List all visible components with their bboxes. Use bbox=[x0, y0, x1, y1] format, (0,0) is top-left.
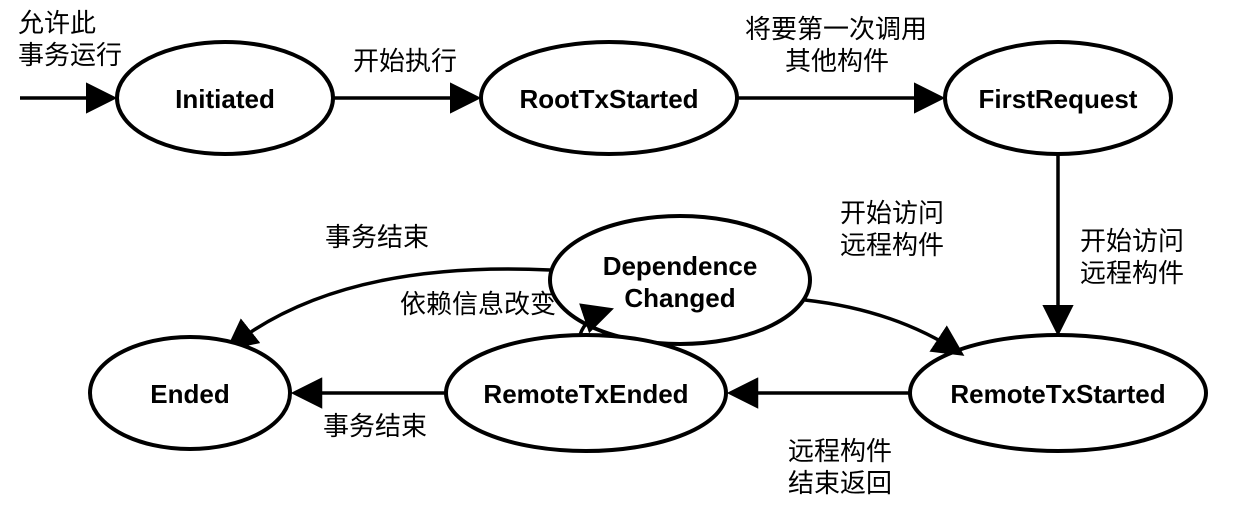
state-depchanged-label-2: Changed bbox=[624, 283, 735, 313]
state-remotetxstarted-label: RemoteTxStarted bbox=[950, 379, 1165, 409]
edge-dep-remotestart bbox=[805, 300, 960, 353]
edge-label-accessremote-b1: 开始访问 bbox=[1080, 226, 1184, 256]
state-depchanged-label-1: Dependence bbox=[603, 251, 758, 281]
edge-label-firstcall-1: 将要第一次调用 bbox=[745, 14, 927, 44]
edge-label-txend-2: 事务结束 bbox=[323, 411, 427, 441]
edge-label-allow-1: 允许此 bbox=[18, 8, 96, 38]
state-firstrequest-label: FirstRequest bbox=[979, 84, 1138, 114]
edge-label-remoteend-1: 远程构件 bbox=[788, 436, 892, 466]
edge-label-remoteend-2: 结束返回 bbox=[788, 468, 892, 498]
state-roottxstarted-label: RootTxStarted bbox=[519, 84, 698, 114]
edge-label-accessremote-a1: 开始访问 bbox=[840, 198, 944, 228]
edge-label-accessremote-a2: 远程构件 bbox=[840, 230, 944, 260]
state-diagram: 允许此 事务运行 Initiated 开始执行 RootTxStarted 将要… bbox=[0, 0, 1239, 513]
edge-label-allow-2: 事务运行 bbox=[18, 40, 122, 70]
state-remotetxended-label: RemoteTxEnded bbox=[483, 379, 688, 409]
state-ended-label: Ended bbox=[150, 379, 229, 409]
state-initiated-label: Initiated bbox=[175, 84, 275, 114]
edge-label-txend-1: 事务结束 bbox=[325, 222, 429, 252]
edge-label-startexec: 开始执行 bbox=[353, 46, 457, 76]
edge-label-firstcall-2: 其他构件 bbox=[785, 46, 889, 76]
edge-label-depchanged: 依赖信息改变 bbox=[400, 289, 556, 319]
edge-label-accessremote-b2: 远程构件 bbox=[1080, 258, 1184, 288]
